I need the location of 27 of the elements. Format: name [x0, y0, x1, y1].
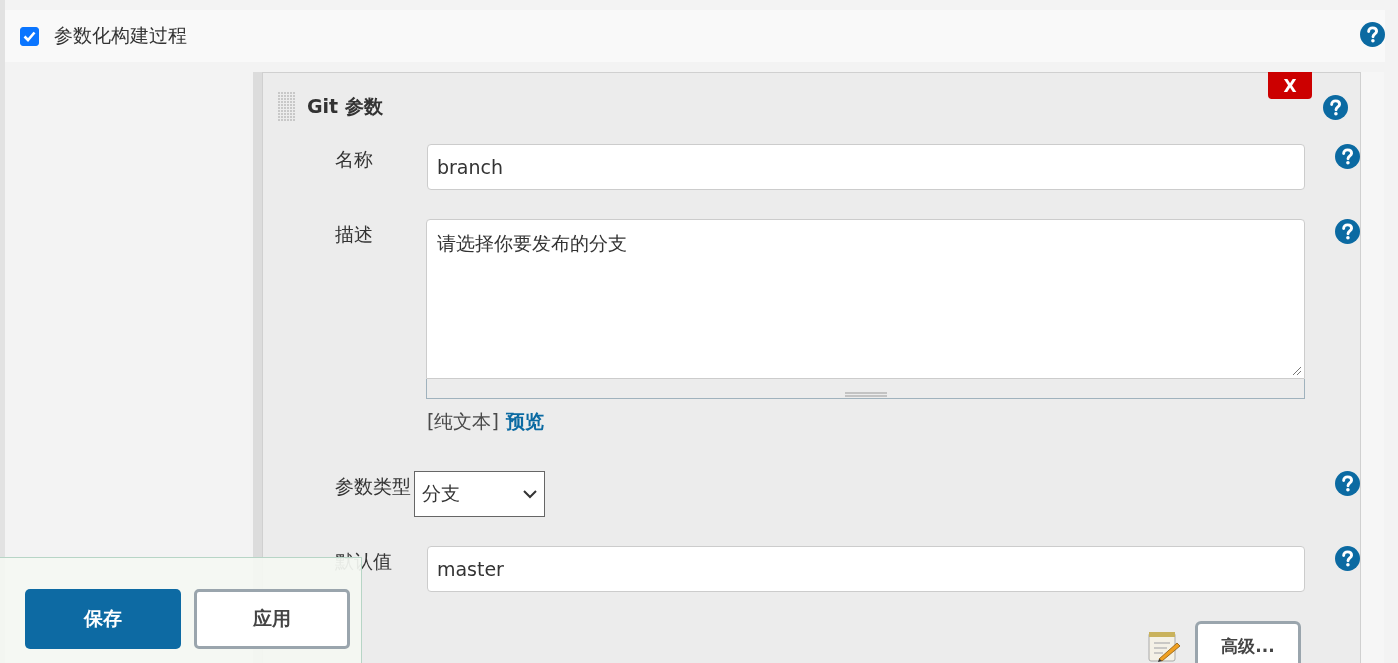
- format-label: [纯文本]: [427, 409, 499, 434]
- preview-link[interactable]: 预览: [505, 409, 544, 435]
- field-label: 描述: [335, 222, 374, 247]
- field-label: 名称: [335, 147, 374, 172]
- help-icon[interactable]: [1323, 94, 1348, 120]
- option-label: 参数化构建过程: [54, 23, 187, 48]
- checkbox[interactable]: [20, 26, 39, 46]
- help-icon[interactable]: [1335, 144, 1360, 169]
- drag-handle-icon[interactable]: [844, 392, 887, 397]
- text-field[interactable]: master: [426, 546, 1305, 592]
- parameter-title: Git 参数: [307, 94, 383, 119]
- advanced-button[interactable]: 高级...: [1195, 621, 1301, 663]
- chevron-icon: [523, 489, 537, 499]
- type-dropdown[interactable]: 分支: [413, 471, 545, 517]
- resize-grip-icon[interactable]: [1291, 365, 1302, 376]
- delete-button[interactable]: X: [1268, 72, 1312, 99]
- help-icon[interactable]: [1335, 546, 1360, 571]
- description-field[interactable]: 请选择你要发布的分支: [426, 219, 1305, 379]
- help-icon[interactable]: [1360, 21, 1385, 47]
- text-field[interactable]: branch: [426, 144, 1305, 190]
- help-icon[interactable]: [1335, 219, 1360, 244]
- apply-button[interactable]: 应用: [194, 589, 350, 649]
- field-label: 参数类型: [335, 474, 412, 499]
- help-icon[interactable]: [1335, 471, 1360, 496]
- notepad-pencil-icon[interactable]: [1147, 629, 1181, 663]
- drag-grip-icon[interactable]: [277, 92, 296, 122]
- save-button[interactable]: 保存: [25, 589, 181, 649]
